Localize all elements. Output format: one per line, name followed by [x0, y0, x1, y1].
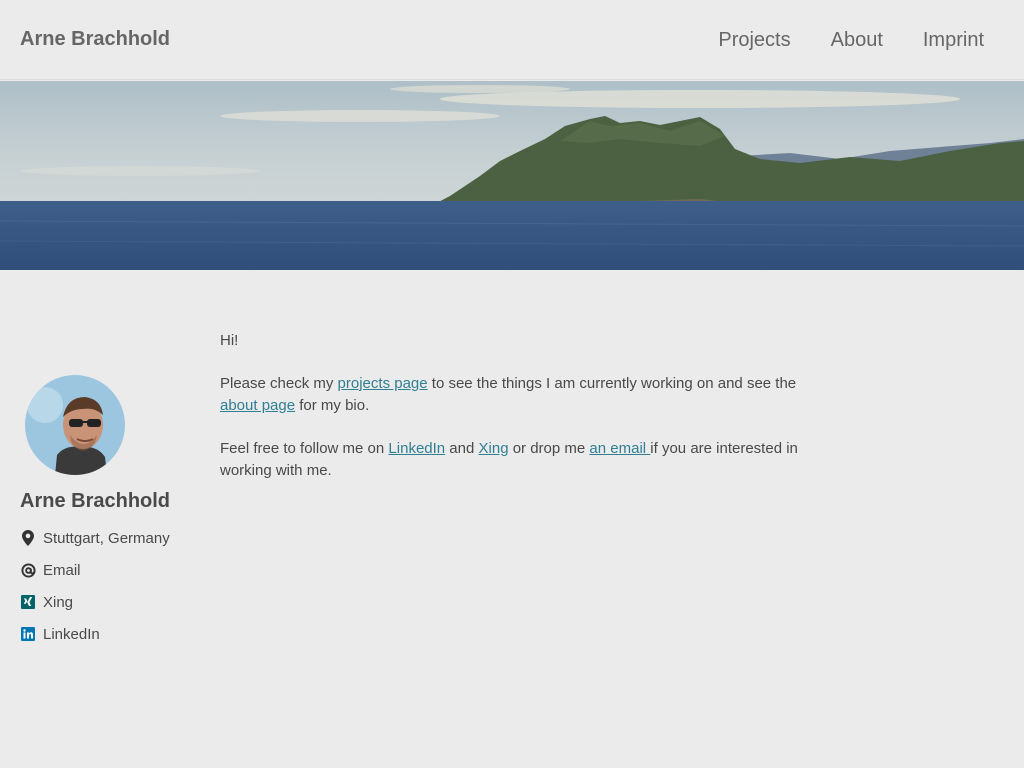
at-icon — [20, 562, 36, 578]
intro-paragraph: Please check my projects page to see the… — [220, 373, 810, 418]
author-xing-link[interactable]: Xing — [43, 594, 73, 611]
author-xing[interactable]: Xing — [20, 591, 200, 613]
linkedin-icon — [20, 626, 36, 642]
author-email-link[interactable]: Email — [43, 562, 81, 579]
nav-projects-link[interactable]: Projects — [718, 29, 790, 52]
greeting-text: Hi! — [220, 332, 239, 349]
xing-inline-link[interactable]: Xing — [479, 440, 509, 457]
intro-text-1: Please check my — [220, 374, 338, 392]
author-linkedin[interactable]: LinkedIn — [20, 623, 200, 645]
hero-image — [0, 81, 1024, 270]
nav-imprint-link[interactable]: Imprint — [923, 29, 984, 52]
greeting-paragraph: Hi! — [220, 330, 810, 353]
projects-page-link[interactable]: projects page — [338, 375, 428, 392]
author-location-label: Stuttgart, Germany — [43, 529, 170, 547]
author-name: Arne Brachhold — [20, 490, 171, 512]
author-sidebar: Arne Brachhold Stuttgart, Germany Email … — [20, 375, 200, 661]
intro-text-2: to see the things I am currently working… — [427, 374, 797, 392]
author-linkedin-link[interactable]: LinkedIn — [43, 626, 100, 643]
contact-text-1: Feel free to follow me on — [220, 439, 389, 457]
masthead: Arne Brachhold Projects About Imprint — [0, 0, 1024, 80]
author-email[interactable]: Email — [20, 559, 200, 581]
linkedin-inline-link[interactable]: LinkedIn — [388, 440, 445, 457]
intro-text-3: for my bio. — [295, 397, 370, 414]
contact-paragraph: Feel free to follow me on LinkedIn and X… — [220, 438, 810, 483]
xing-icon — [20, 594, 36, 610]
site-title-link[interactable]: Arne Brachhold — [20, 28, 170, 51]
avatar — [25, 375, 125, 475]
email-inline-link[interactable]: an email — [589, 440, 650, 457]
about-page-link[interactable]: about page — [220, 397, 295, 414]
author-location: Stuttgart, Germany — [20, 527, 200, 549]
main-nav: Projects About Imprint — [718, 29, 984, 52]
main-content: Hi! Please check my projects page to see… — [220, 330, 810, 503]
nav-about-link[interactable]: About — [831, 29, 883, 52]
contact-text-2: and — [445, 439, 479, 457]
map-marker-icon — [20, 530, 36, 546]
author-links: Stuttgart, Germany Email Xing LinkedIn — [20, 527, 200, 645]
contact-text-3: or drop me — [508, 439, 590, 457]
